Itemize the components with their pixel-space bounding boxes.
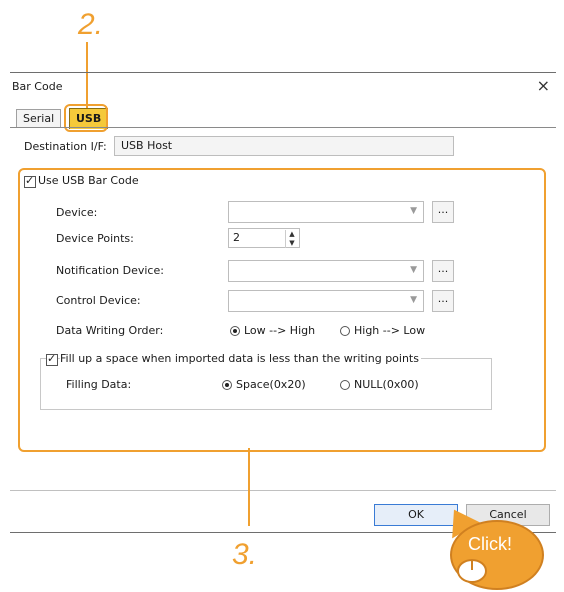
use-usb-checkbox[interactable] [24, 174, 36, 188]
step-2-callout: 2. [78, 8, 104, 41]
control-device-label: Control Device: [56, 294, 141, 307]
data-writing-order-label: Data Writing Order: [56, 324, 164, 337]
chevron-down-icon: ▼ [410, 265, 417, 275]
stepper-arrows-icon[interactable]: ▲ ▼ [285, 230, 298, 248]
order-high-low-radio[interactable] [340, 326, 350, 336]
order-low-high-label: Low --> High [244, 324, 316, 337]
notification-device-browse-button[interactable]: ... [432, 260, 454, 282]
mouse-icon [457, 559, 487, 583]
control-device-combobox[interactable]: ▼ [228, 290, 424, 312]
fill-up-label: Fill up a space when imported data is le… [60, 352, 421, 365]
usb-tab-content: Destination I/F: USB Host Use USB Bar Co… [10, 128, 556, 532]
order-high-low-label: High --> Low [354, 324, 426, 337]
bar-code-dialog: Bar Code × Serial USB Destination I/F: U… [10, 72, 556, 533]
click-indicator: Click! [440, 501, 544, 590]
filling-null-radio[interactable] [340, 380, 350, 390]
control-device-browse-button[interactable]: ... [432, 290, 454, 312]
notification-device-combobox[interactable]: ▼ [228, 260, 424, 282]
click-label: Click! [468, 534, 512, 554]
title-bar: Bar Code × [10, 72, 556, 101]
tab-serial[interactable]: Serial [16, 109, 62, 128]
device-points-stepper[interactable]: 2 ▲ ▼ [228, 228, 300, 248]
notification-device-label: Notification Device: [56, 264, 164, 277]
filling-data-label: Filling Data: [66, 378, 132, 391]
device-combobox[interactable]: ▼ [228, 201, 424, 223]
device-points-label: Device Points: [56, 232, 134, 245]
step-3-leader [248, 448, 250, 526]
device-label: Device: [56, 206, 98, 219]
step-3-callout: 3. [232, 538, 258, 571]
destination-field: USB Host [114, 136, 454, 156]
content-bottom-divider [10, 490, 556, 491]
device-browse-button[interactable]: ... [432, 201, 454, 223]
filling-space-label: Space(0x20) [236, 378, 306, 391]
dialog-title: Bar Code [12, 80, 63, 93]
destination-label: Destination I/F: [24, 140, 107, 153]
filling-space-radio[interactable] [222, 380, 232, 390]
order-low-high-radio[interactable] [230, 326, 240, 336]
device-points-value: 2 [233, 231, 240, 244]
close-icon[interactable]: × [537, 76, 550, 95]
chevron-down-icon: ▼ [410, 206, 417, 216]
use-usb-label: Use USB Bar Code [38, 174, 139, 187]
fill-up-checkbox[interactable] [46, 352, 58, 366]
filling-null-label: NULL(0x00) [354, 378, 419, 391]
chevron-down-icon: ▼ [410, 295, 417, 305]
